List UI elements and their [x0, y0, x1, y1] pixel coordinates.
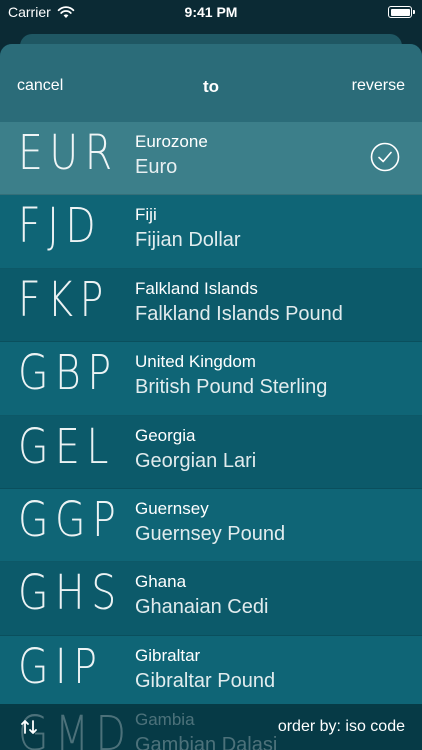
sort-arrows-icon[interactable]	[20, 718, 38, 736]
currency-name: Fijian Dollar	[135, 229, 241, 252]
currency-name: Falkland Islands Pound	[135, 302, 343, 325]
currency-code: GBP	[18, 345, 118, 402]
currency-code: GIP	[18, 638, 104, 695]
checkmark-icon	[370, 142, 400, 172]
nav-bar: cancel to reverse	[0, 44, 422, 122]
reverse-button[interactable]: reverse	[352, 77, 405, 95]
currency-picker-sheet: cancel to reverse EUR Eurozone Euro FJD …	[0, 44, 422, 750]
country-name: Gambia	[135, 710, 195, 729]
currency-row-gip[interactable]: GIP Gibraltar Gibraltar Pound	[0, 635, 422, 710]
currency-row-gel[interactable]: GEL Georgia Georgian Lari	[0, 415, 422, 489]
clock: 9:41 PM	[184, 4, 238, 20]
country-name: Georgia	[135, 425, 196, 445]
bottom-bar: GMD Gambia Gambian Dalasi order by: iso …	[0, 704, 422, 750]
country-name: United Kingdom	[135, 352, 256, 372]
country-name: Falkland Islands	[135, 278, 258, 298]
currency-row-eur[interactable]: EUR Eurozone Euro	[0, 122, 422, 196]
currency-name: Gambian Dalasi	[135, 734, 278, 750]
currency-name: Gibraltar Pound	[135, 669, 276, 692]
currency-row-ghs[interactable]: GHS Ghana Ghanaian Cedi	[0, 562, 422, 636]
currency-name: Euro	[135, 156, 178, 178]
currency-name: Georgian Lari	[135, 449, 257, 472]
currency-code: FJD	[18, 198, 103, 255]
currency-code: GHS	[18, 565, 123, 622]
country-name: Fiji	[135, 205, 157, 225]
battery-icon	[388, 6, 415, 18]
currency-code: FKP	[18, 271, 110, 328]
currency-name: Guernsey Pound	[135, 522, 286, 545]
currency-code: EUR	[18, 125, 119, 181]
country-name: Ghana	[135, 572, 187, 592]
country-name: Eurozone	[135, 132, 208, 151]
order-by-button[interactable]: order by: iso code	[278, 718, 405, 736]
status-bar: Carrier 9:41 PM	[0, 0, 422, 28]
currency-row-fkp[interactable]: FKP Falkland Islands Falkland Islands Po…	[0, 268, 422, 343]
currency-row-gbp[interactable]: GBP United Kingdom British Pound Sterlin…	[0, 342, 422, 416]
currency-code: GEL	[18, 418, 115, 475]
country-name: Gibraltar	[135, 645, 201, 665]
country-name: Guernsey	[135, 498, 209, 518]
currency-name: Ghanaian Cedi	[135, 596, 269, 619]
currency-row-ggp[interactable]: GGP Guernsey Guernsey Pound	[0, 488, 422, 563]
currency-list: EUR Eurozone Euro FJD Fiji Fijian Dollar…	[0, 122, 422, 710]
currency-code: GGP	[18, 491, 123, 548]
currency-row-fjd[interactable]: FJD Fiji Fijian Dollar	[0, 195, 422, 269]
currency-name: British Pound Sterling	[135, 376, 328, 399]
